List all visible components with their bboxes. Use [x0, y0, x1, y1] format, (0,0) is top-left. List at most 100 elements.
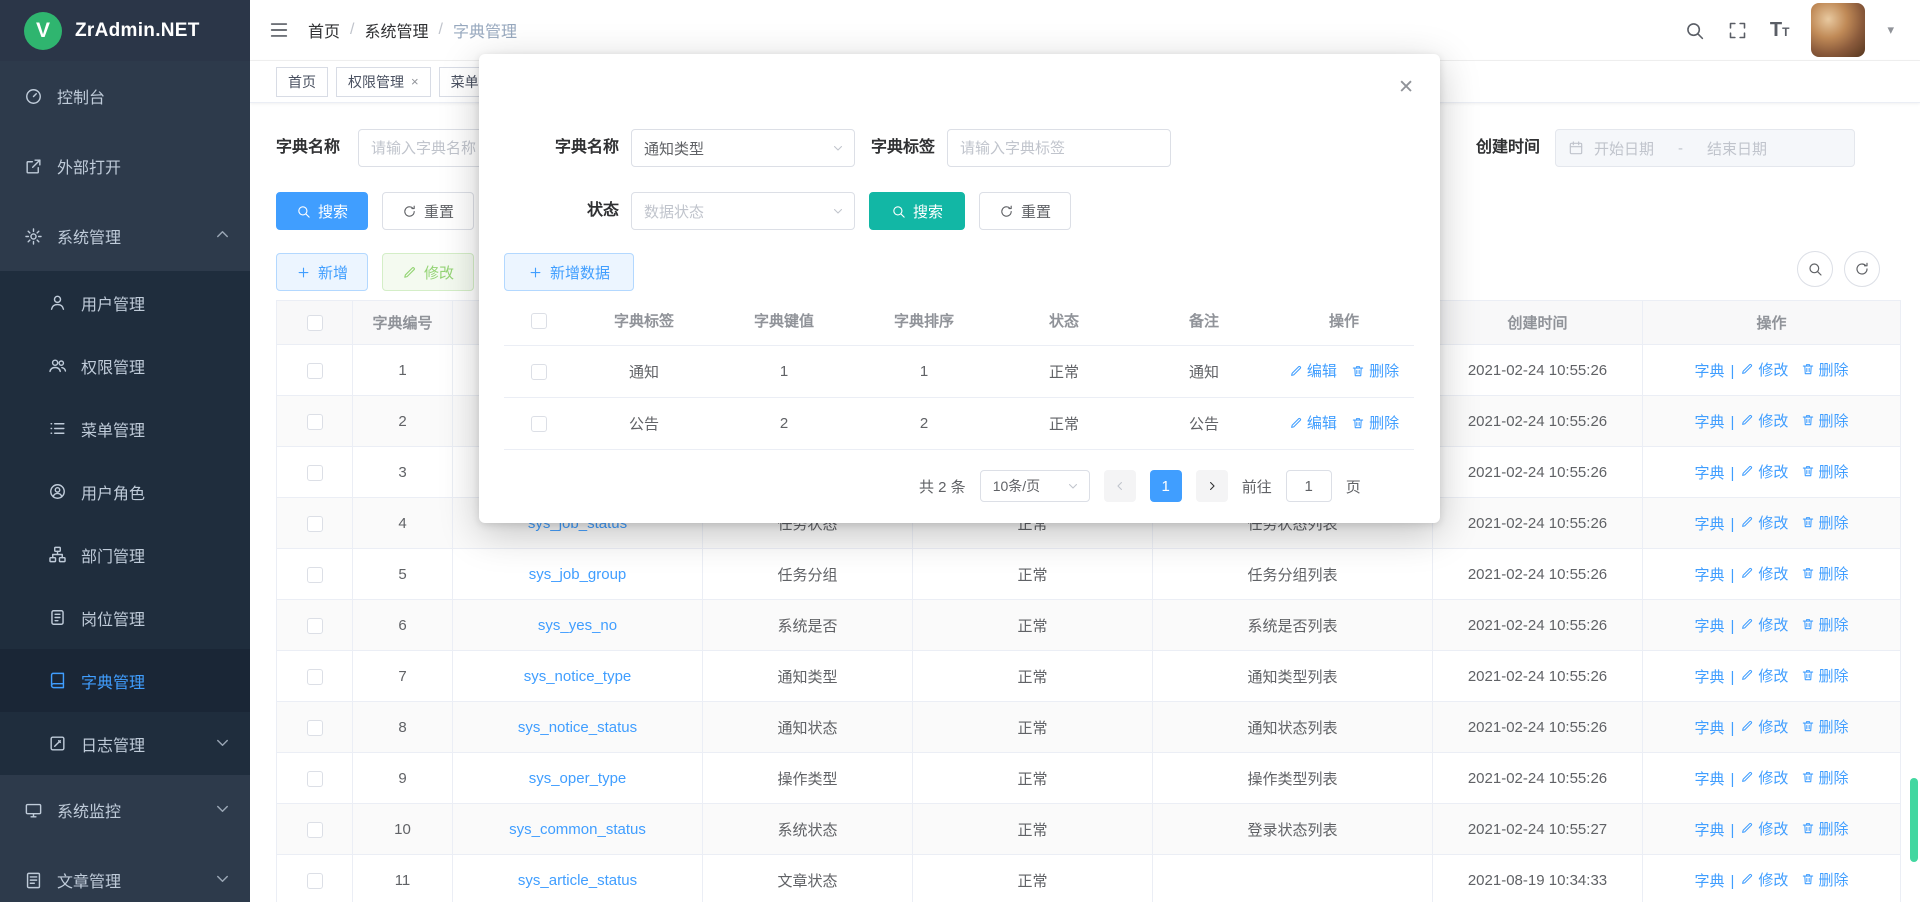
add-button[interactable]: 新增	[276, 253, 368, 291]
delete-link[interactable]: 删除	[1801, 614, 1849, 635]
chevron-down-icon[interactable]: ▾	[1887, 22, 1894, 38]
edit-link[interactable]: 修改	[1740, 461, 1788, 482]
logo[interactable]: V ZrAdmin.NET	[0, 0, 250, 61]
edit-link[interactable]: 编辑	[1289, 360, 1337, 381]
edit-link[interactable]: 修改	[1740, 869, 1788, 890]
sidebar-item-department-admin[interactable]: 部门管理	[0, 523, 250, 586]
row-checkbox[interactable]	[307, 771, 323, 787]
row-checkbox[interactable]	[307, 720, 323, 736]
row-checkbox[interactable]	[307, 873, 323, 889]
sidebar-item-user-admin[interactable]: 用户管理	[0, 271, 250, 334]
dict-type-link[interactable]: sys_oper_type	[529, 770, 627, 787]
row-checkbox[interactable]	[307, 465, 323, 481]
edit-link[interactable]: 修改	[1740, 614, 1788, 635]
dict-data-link[interactable]: 字典	[1694, 717, 1724, 738]
dict-type-link[interactable]: sys_common_status	[509, 821, 646, 838]
delete-link[interactable]: 删除	[1351, 412, 1399, 433]
sidebar-item-post-admin[interactable]: 岗位管理	[0, 586, 250, 649]
dict-data-link[interactable]: 字典	[1694, 411, 1724, 432]
reset-button[interactable]: 重置	[382, 192, 474, 230]
row-checkbox[interactable]	[307, 822, 323, 838]
fullscreen-icon[interactable]	[1727, 20, 1748, 41]
search-icon[interactable]	[1684, 20, 1705, 41]
avatar[interactable]	[1811, 3, 1865, 57]
select-all-checkbox[interactable]	[531, 313, 547, 329]
dict-data-link[interactable]: 字典	[1694, 615, 1724, 636]
edit-link[interactable]: 编辑	[1289, 412, 1337, 433]
dialog-search-button[interactable]: 搜索	[869, 192, 965, 230]
edit-button[interactable]: 修改	[382, 253, 474, 291]
delete-link[interactable]: 删除	[1801, 359, 1849, 380]
close-icon[interactable]: ✕	[1398, 76, 1414, 99]
close-icon[interactable]: ×	[411, 74, 419, 89]
dict-type-link[interactable]: sys_notice_status	[518, 719, 637, 736]
dict-data-link[interactable]: 字典	[1694, 462, 1724, 483]
delete-link[interactable]: 删除	[1801, 869, 1849, 890]
delete-link[interactable]: 删除	[1801, 410, 1849, 431]
sidebar-item-system-admin[interactable]: 系统管理	[0, 201, 250, 271]
dict-type-link[interactable]: sys_job_group	[529, 566, 627, 583]
dialog-reset-button[interactable]: 重置	[979, 192, 1071, 230]
sidebar-item-log-admin[interactable]: 日志管理	[0, 712, 250, 775]
row-checkbox[interactable]	[307, 363, 323, 379]
hamburger-icon[interactable]	[250, 19, 308, 41]
delete-link[interactable]: 删除	[1801, 767, 1849, 788]
row-checkbox[interactable]	[307, 618, 323, 634]
dict-data-link[interactable]: 字典	[1694, 666, 1724, 687]
edit-link[interactable]: 修改	[1740, 563, 1788, 584]
breadcrumb-system[interactable]: 系统管理	[364, 18, 428, 42]
delete-link[interactable]: 删除	[1801, 818, 1849, 839]
page-size-select[interactable]: 10条/页	[980, 470, 1090, 502]
select-all-checkbox[interactable]	[307, 315, 323, 331]
search-button[interactable]: 搜索	[276, 192, 368, 230]
delete-link[interactable]: 删除	[1801, 665, 1849, 686]
delete-link[interactable]: 删除	[1351, 360, 1399, 381]
row-checkbox[interactable]	[307, 414, 323, 430]
dict-type-link[interactable]: sys_notice_type	[524, 668, 632, 685]
sidebar-item-dict-admin[interactable]: 字典管理	[0, 649, 250, 712]
dict-type-link[interactable]: sys_yes_no	[538, 617, 617, 634]
prev-page-button[interactable]	[1104, 470, 1136, 502]
font-size-icon[interactable]: TT	[1770, 19, 1790, 42]
dict-data-link[interactable]: 字典	[1694, 564, 1724, 585]
sidebar-item-system-monitor[interactable]: 系统监控	[0, 775, 250, 845]
row-checkbox[interactable]	[307, 567, 323, 583]
dict-type-link[interactable]: sys_article_status	[518, 872, 637, 889]
edit-link[interactable]: 修改	[1740, 716, 1788, 737]
row-checkbox[interactable]	[531, 416, 547, 432]
tab-home[interactable]: 首页	[276, 67, 328, 97]
sidebar-item-external-open[interactable]: 外部打开	[0, 131, 250, 201]
row-checkbox[interactable]	[531, 364, 547, 380]
edit-link[interactable]: 修改	[1740, 512, 1788, 533]
dict-data-link[interactable]: 字典	[1694, 870, 1724, 891]
dict-data-link[interactable]: 字典	[1694, 360, 1724, 381]
row-checkbox[interactable]	[307, 669, 323, 685]
goto-page-input[interactable]	[1286, 470, 1332, 502]
delete-link[interactable]: 删除	[1801, 512, 1849, 533]
edit-link[interactable]: 修改	[1740, 410, 1788, 431]
tab-permission[interactable]: 权限管理×	[336, 67, 431, 97]
sidebar-item-article-admin[interactable]: 文章管理	[0, 845, 250, 902]
sidebar-item-menu-admin[interactable]: 菜单管理	[0, 397, 250, 460]
dict-data-link[interactable]: 字典	[1694, 513, 1724, 534]
table-refresh-button[interactable]	[1844, 251, 1880, 287]
edit-link[interactable]: 修改	[1740, 665, 1788, 686]
delete-link[interactable]: 删除	[1801, 563, 1849, 584]
dialog-dict-name-select[interactable]: 通知类型	[631, 129, 855, 167]
create-time-range-picker[interactable]: 开始日期 - 结束日期	[1555, 129, 1855, 167]
dialog-status-select[interactable]: 数据状态	[631, 192, 855, 230]
scrollbar-thumb[interactable]	[1910, 778, 1918, 862]
next-page-button[interactable]	[1196, 470, 1228, 502]
delete-link[interactable]: 删除	[1801, 716, 1849, 737]
dict-data-link[interactable]: 字典	[1694, 768, 1724, 789]
dialog-dict-tag-input[interactable]	[947, 129, 1171, 167]
sidebar-item-dashboard[interactable]: 控制台	[0, 61, 250, 131]
edit-link[interactable]: 修改	[1740, 359, 1788, 380]
page-1-button[interactable]: 1	[1150, 470, 1182, 502]
dialog-add-data-button[interactable]: 新增数据	[504, 253, 634, 291]
table-search-toggle-button[interactable]	[1797, 251, 1833, 287]
sidebar-item-user-role[interactable]: 用户角色	[0, 460, 250, 523]
sidebar-item-permission-admin[interactable]: 权限管理	[0, 334, 250, 397]
edit-link[interactable]: 修改	[1740, 818, 1788, 839]
edit-link[interactable]: 修改	[1740, 767, 1788, 788]
